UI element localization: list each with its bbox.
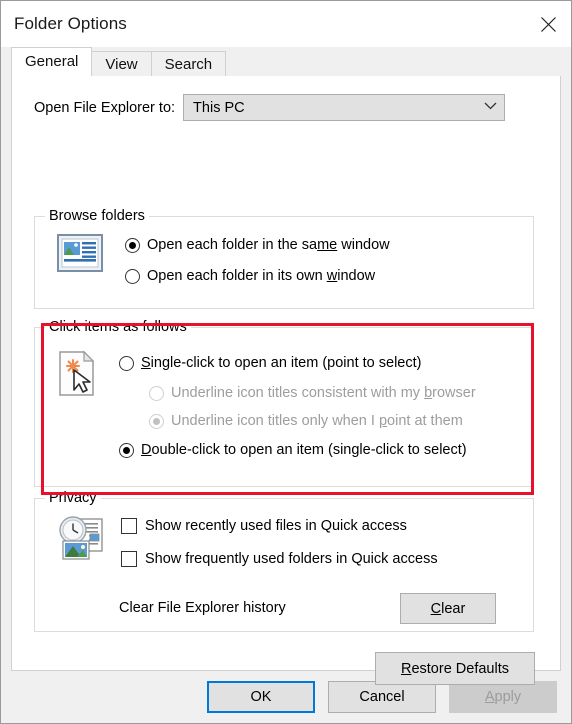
click-items-title: Click items as follows [45, 319, 191, 335]
open-file-explorer-row: Open File Explorer to: This PC [34, 94, 560, 121]
cancel-button-label: Cancel [359, 689, 405, 705]
folder-options-dialog: Folder Options General View Search Open … [0, 0, 572, 724]
tab-strip: General View Search [1, 47, 571, 76]
pointer-click-icon [57, 350, 99, 401]
apply-button-label: Apply [484, 689, 522, 705]
ok-button[interactable]: OK [207, 681, 315, 713]
radio-indicator [149, 385, 164, 401]
general-tab-panel: Open File Explorer to: This PC Browse fo… [11, 75, 561, 685]
radio-label: Double-click to open an item (single-cli… [141, 442, 467, 458]
radio-underline-on-point: Underline icon titles only when I point … [149, 413, 463, 429]
radio-label: Open each folder in its own window [147, 268, 376, 284]
chevron-down-icon [484, 102, 497, 113]
close-icon[interactable] [525, 1, 571, 47]
window-title: Folder Options [14, 14, 127, 33]
radio-indicator [125, 268, 140, 284]
clear-button[interactable]: Clear [400, 593, 496, 624]
radio-indicator [119, 355, 134, 371]
open-file-explorer-label: Open File Explorer to: [34, 99, 176, 116]
browse-folders-group: Browse folders Open each folder in the s… [34, 208, 534, 309]
checkbox-indicator [121, 551, 137, 567]
checkbox-label: Show recently used files in Quick access [145, 518, 407, 534]
checkbox-label: Show frequently used folders in Quick ac… [145, 551, 438, 567]
click-items-group: Click items as follows Single-click to o… [34, 319, 534, 487]
checkbox-indicator [121, 518, 137, 534]
ok-button-label: OK [250, 689, 272, 705]
radio-underline-consistent-browser: Underline icon titles consistent with my… [149, 385, 476, 401]
title-bar: Folder Options [1, 1, 571, 47]
cancel-button[interactable]: Cancel [328, 681, 436, 713]
apply-button: Apply [449, 681, 557, 713]
checkbox-show-recent-files[interactable]: Show recently used files in Quick access [121, 518, 407, 534]
tab-search[interactable]: Search [150, 51, 227, 76]
radio-label: Underline icon titles consistent with my… [171, 385, 476, 401]
radio-label: Single-click to open an item (point to s… [141, 355, 422, 371]
radio-indicator [119, 442, 134, 458]
privacy-title: Privacy [45, 490, 101, 506]
restore-defaults-button[interactable]: Restore Defaults [375, 652, 535, 685]
radio-open-same-window[interactable]: Open each folder in the same window [125, 237, 390, 253]
restore-defaults-label: Restore Defaults [400, 660, 509, 677]
tab-view[interactable]: View [91, 51, 152, 76]
radio-indicator [125, 237, 140, 253]
radio-single-click[interactable]: Single-click to open an item (point to s… [119, 355, 421, 371]
radio-label: Underline icon titles only when I point … [171, 413, 463, 429]
radio-indicator [149, 413, 164, 429]
open-file-explorer-dropdown[interactable]: This PC [183, 94, 506, 121]
radio-open-own-window[interactable]: Open each folder in its own window [125, 268, 375, 284]
clear-button-label: Clear [430, 600, 466, 617]
tab-general[interactable]: General [11, 47, 93, 76]
radio-double-click[interactable]: Double-click to open an item (single-cli… [119, 442, 467, 458]
folder-window-icon [57, 233, 103, 276]
clock-history-icon [57, 515, 107, 566]
clear-history-label: Clear File Explorer history [119, 600, 286, 616]
open-file-explorer-value: This PC [193, 99, 245, 116]
checkbox-show-frequent-folders[interactable]: Show frequently used folders in Quick ac… [121, 551, 438, 567]
radio-label: Open each folder in the same window [147, 237, 390, 253]
browse-folders-title: Browse folders [45, 208, 149, 224]
